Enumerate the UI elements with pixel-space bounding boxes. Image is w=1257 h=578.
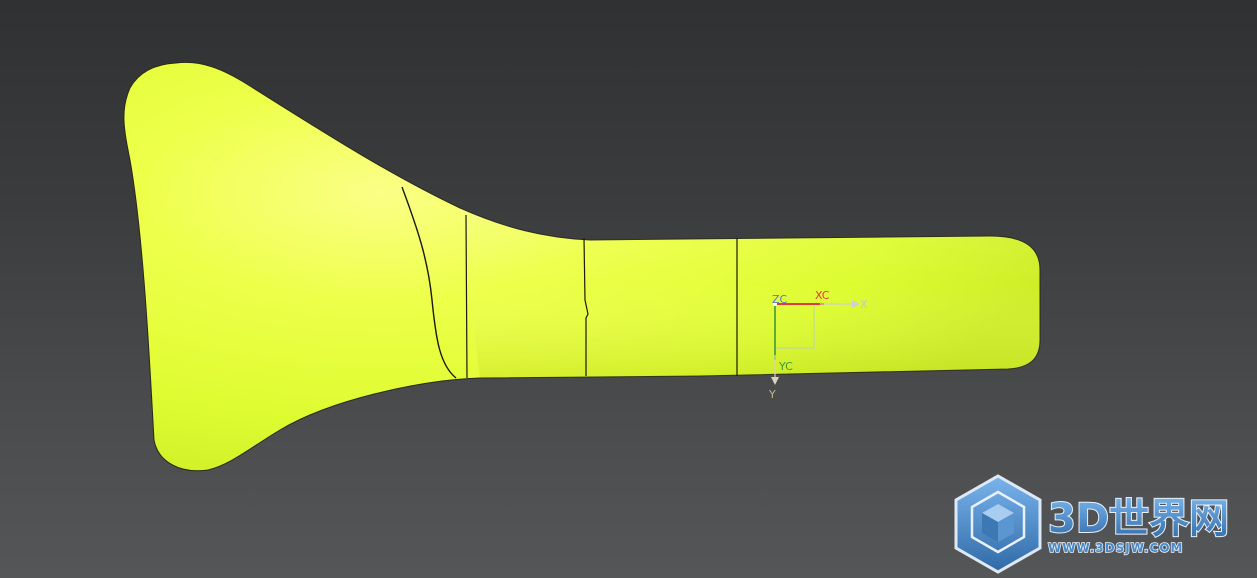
x-label: X (860, 298, 868, 311)
shaft-shading (460, 208, 1040, 378)
zc-label: ZC (772, 293, 788, 306)
xc-label: XC (815, 289, 830, 302)
scene-canvas[interactable]: ZC XC X YC Y 3D世界网 WWW.3DSJW.COM (0, 0, 1257, 578)
watermark: 3D世界网 WWW.3DSJW.COM (954, 474, 1230, 574)
y-arrow-icon (771, 377, 779, 385)
3d-viewport[interactable]: ZC XC X YC Y 3D世界网 WWW.3DSJW.COM (0, 0, 1257, 578)
yc-label: YC (778, 360, 793, 373)
watermark-title: 3D世界网 (1048, 496, 1229, 542)
cube-icon (954, 474, 1042, 574)
watermark-url: WWW.3DSJW.COM (1048, 541, 1183, 555)
model-body[interactable] (123, 61, 1041, 472)
y-label: Y (768, 388, 776, 401)
